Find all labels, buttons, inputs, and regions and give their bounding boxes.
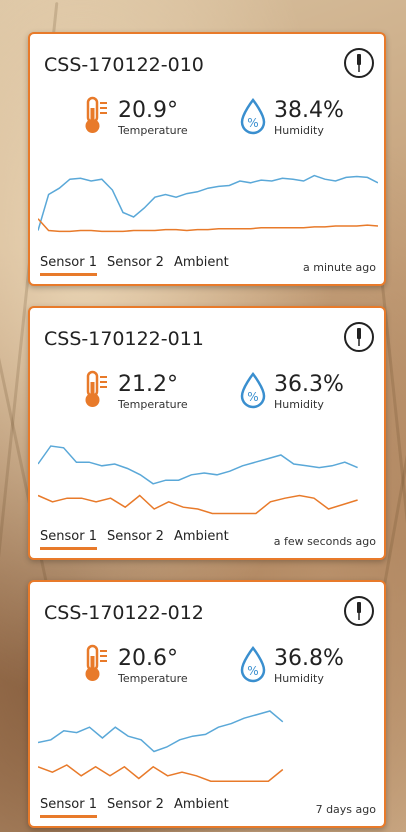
sensor-tab[interactable]: Sensor 2 [107,255,164,276]
sensor-chart [38,174,378,233]
thermometer-icon [85,370,107,407]
sensor-card[interactable]: CSS-170122-012 20.6° Temperature % 36.8%… [28,580,386,828]
sensor-tab[interactable]: Ambient [174,255,229,276]
thermometer-icon [85,96,107,133]
temperature-series-line [38,494,358,515]
droplet-percent-icon: % [240,97,266,135]
humidity-label: Humidity [274,398,324,411]
humidity-reading: % 36.3% Humidity [238,370,378,414]
card-title: CSS-170122-010 [44,54,204,76]
svg-text:%: % [247,664,258,678]
temperature-label: Temperature [118,398,188,411]
temperature-series-line [38,764,284,782]
humidity-label: Humidity [274,672,324,685]
last-updated: a few seconds ago [273,535,376,548]
sensor-tab[interactable]: Sensor 2 [107,797,164,818]
svg-text:%: % [247,116,258,130]
thermometer-probe-icon[interactable] [344,322,374,352]
sensor-tab[interactable]: Sensor 1 [40,255,97,276]
sensor-chart [38,710,284,782]
sensor-card[interactable]: CSS-170122-011 21.2° Temperature % 36.3%… [28,306,386,560]
humidity-series-line [38,710,284,753]
humidity-value: 38.4% [274,98,344,123]
last-updated: a minute ago [303,261,376,274]
temperature-value: 20.6° [118,646,178,671]
droplet-percent-icon: % [240,645,266,683]
sensor-tabs: Sensor 1 Sensor 2 Ambient [40,797,229,818]
sensor-tab[interactable]: Sensor 2 [107,529,164,550]
svg-text:%: % [247,390,258,404]
sensor-tab[interactable]: Sensor 1 [40,529,97,550]
humidity-label: Humidity [274,124,324,137]
sensor-card[interactable]: CSS-170122-010 20.9° Temperature % 38.4%… [28,32,386,286]
card-title: CSS-170122-011 [44,328,204,350]
temperature-reading: 21.2° Temperature [82,370,222,414]
sensor-tab[interactable]: Ambient [174,529,229,550]
humidity-reading: % 38.4% Humidity [238,96,378,140]
humidity-reading: % 36.8% Humidity [238,644,378,688]
thermometer-probe-icon[interactable] [344,48,374,78]
sensor-chart [38,445,358,515]
humidity-series-line [38,445,358,485]
sensor-tabs: Sensor 1 Sensor 2 Ambient [40,529,229,550]
temperature-value: 21.2° [118,372,178,397]
sensor-tab[interactable]: Sensor 1 [40,797,97,818]
temperature-reading: 20.6° Temperature [82,644,222,688]
droplet-percent-icon: % [240,371,266,409]
sensor-tab[interactable]: Ambient [174,797,229,818]
temperature-reading: 20.9° Temperature [82,96,222,140]
humidity-value: 36.3% [274,372,344,397]
last-updated: 7 days ago [315,803,376,816]
thermometer-probe-icon[interactable] [344,596,374,626]
sensor-tabs: Sensor 1 Sensor 2 Ambient [40,255,229,276]
temperature-label: Temperature [118,124,188,137]
thermometer-icon [85,644,107,681]
temperature-value: 20.9° [118,98,178,123]
temperature-label: Temperature [118,672,188,685]
humidity-value: 36.8% [274,646,344,671]
humidity-series-line [38,174,378,231]
temperature-series-line [38,218,378,233]
card-title: CSS-170122-012 [44,602,204,624]
